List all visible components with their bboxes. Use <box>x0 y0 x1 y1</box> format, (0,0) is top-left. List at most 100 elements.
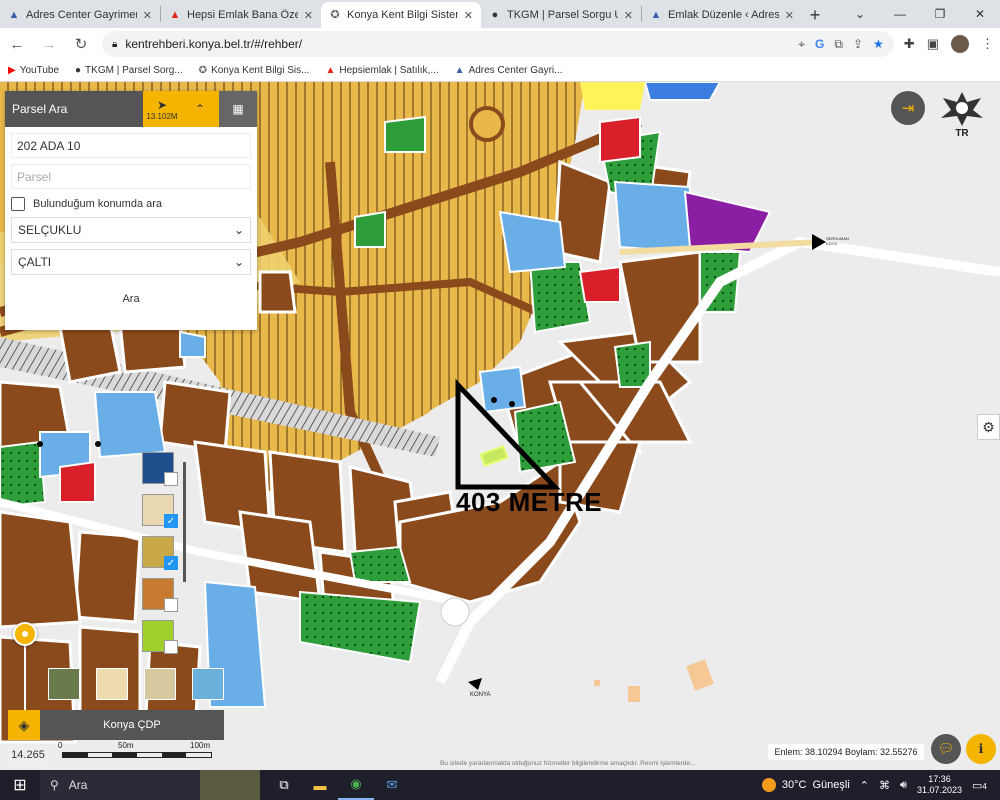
file-explorer-icon[interactable]: ▬ <box>302 770 338 800</box>
panel-header: Parsel Ara ➤ 13.102M ⌃ ▦ <box>5 91 257 127</box>
minimize-icon[interactable]: — <box>880 0 920 28</box>
tab-bar: ▲ Adres Center Gayrimenkul ✕ ▲ Hepsi Eml… <box>0 0 1000 28</box>
tab-hepsiemlak[interactable]: ▲ Hepsi Emlak Bana Özel ✕ <box>161 2 321 28</box>
coordinate-readout: Enlem: 38.10294 Boylam: 32.55276 <box>768 744 924 760</box>
system-tray: 30°C Güneşli ⌃ ⌘ 🔊︎ 17:36 31.07.2023 ▭4 <box>761 774 1000 796</box>
new-tab-button[interactable]: + <box>802 2 828 28</box>
close-icon[interactable]: ✕ <box>304 9 313 22</box>
translate-icon[interactable]: ⧉ <box>834 37 843 52</box>
chrome-icon[interactable]: ◉ <box>338 770 374 800</box>
task-view-icon[interactable]: ⧉ <box>266 770 302 800</box>
layer-checkbox[interactable] <box>164 472 178 486</box>
lock-icon[interactable]: 🔒︎ <box>112 39 117 50</box>
basemap-satellite[interactable] <box>48 668 80 700</box>
navigation-arrow-icon: ➤ <box>156 97 168 112</box>
omnibox-icons: ⌖ G ⧉ ⇪ ★ <box>798 37 884 52</box>
zoom-slider[interactable] <box>13 622 37 712</box>
date: 31.07.2023 <box>916 785 962 795</box>
locate-button[interactable]: ➤ 13.102M <box>143 91 181 127</box>
layers-button[interactable]: ◈ <box>8 710 40 740</box>
tab-konya-kent[interactable]: ✪ Konya Kent Bilgi Sistemi ✕ <box>321 2 481 28</box>
search-icon: ⚲ <box>50 778 59 792</box>
sun-icon <box>761 778 776 792</box>
close-icon[interactable]: ✕ <box>785 9 794 22</box>
chat-button[interactable]: 💬︎ <box>931 734 961 764</box>
bookmark-konya[interactable]: ✪ Konya Kent Bilgi Sis... <box>199 65 310 76</box>
konya-icon: ✪ <box>330 9 340 21</box>
login-button[interactable]: ⇥ <box>891 91 925 125</box>
close-window-icon[interactable]: ✕ <box>960 0 1000 28</box>
grid-menu-button[interactable]: ▦ <box>219 91 257 127</box>
bookmark-label: Hepsiemlak | Satılık,... <box>339 65 439 76</box>
district-select[interactable]: SELÇUKLU ⌄ <box>11 217 251 243</box>
taskbar-search[interactable]: ⚲ Ara <box>40 770 200 800</box>
menu-icon[interactable]: ⋮ <box>981 36 994 52</box>
bookmark-adres-center[interactable]: ▲ Adres Center Gayri... <box>455 65 563 76</box>
chevron-up-icon[interactable]: ⌃ <box>860 779 869 792</box>
zoom-track[interactable] <box>24 644 26 712</box>
tab-adres-center[interactable]: ▲ Adres Center Gayrimenkul ✕ <box>0 2 160 28</box>
dropdown-icon[interactable]: ⌄ <box>840 0 880 28</box>
taskbar-widget-image[interactable] <box>200 770 260 800</box>
bookmark-star-icon[interactable]: ★ <box>873 37 884 52</box>
chat-icon: 💬︎ <box>937 741 955 756</box>
close-icon[interactable]: ✕ <box>464 9 473 22</box>
weather-widget[interactable]: 30°C Güneşli <box>761 778 850 792</box>
url-text: kentrehberi.konya.bel.tr/#/rehber/ <box>125 37 303 51</box>
back-icon[interactable]: ← <box>6 33 28 55</box>
location-pin-icon: ● <box>75 65 82 76</box>
scale-readout: 13.102M <box>146 111 178 121</box>
zoom-knob[interactable] <box>13 622 37 646</box>
sidepanel-icon[interactable]: ▣ <box>927 36 939 52</box>
profile-avatar[interactable] <box>951 35 969 53</box>
location-checkbox-row[interactable]: Bulunduğum konumda ara <box>11 197 251 211</box>
konya-icon: ✪ <box>198 65 208 76</box>
clock[interactable]: 17:36 31.07.2023 <box>917 774 962 796</box>
google-icon[interactable]: G <box>815 37 824 52</box>
location-icon[interactable]: ⌖ <box>798 37 805 52</box>
bookmark-youtube[interactable]: ▶ YouTube <box>8 65 59 76</box>
road-label: SERDUMAN KÖYÜ <box>826 236 849 246</box>
close-icon[interactable]: ✕ <box>143 9 152 22</box>
search-button[interactable]: Ara <box>11 285 251 313</box>
weather-text: Güneşli <box>812 779 850 791</box>
layer-scrollbar[interactable] <box>183 462 186 582</box>
settings-button[interactable]: ⚙ <box>977 414 1000 440</box>
parsel-input[interactable]: Parsel <box>11 164 251 189</box>
layer-checkbox[interactable] <box>164 640 178 654</box>
basemap-terrain[interactable] <box>192 668 224 700</box>
mail-icon[interactable]: ✉ <box>374 770 410 800</box>
layer-checkbox[interactable] <box>164 598 178 612</box>
basemap-switcher <box>48 668 224 700</box>
adres-center-icon: ▲ <box>454 65 465 76</box>
address-bar[interactable]: 🔒︎ kentrehberi.konya.bel.tr/#/rehber/ ⌖ … <box>102 31 894 57</box>
bookmark-hepsiemlak[interactable]: ▲ Hepsiemlak | Satılık,... <box>325 65 438 76</box>
temperature: 30°C <box>781 779 807 791</box>
tab-tkgm[interactable]: ● TKGM | Parsel Sorgu Uyg ✕ <box>481 2 641 28</box>
share-icon[interactable]: ⇪ <box>853 37 863 52</box>
neighborhood-value: ÇALTI <box>18 255 52 269</box>
notification-icon[interactable]: ▭4 <box>972 779 992 792</box>
volume-icon[interactable]: 🔊︎ <box>900 779 907 792</box>
extensions-icon[interactable]: ✚ <box>904 36 915 52</box>
forward-icon[interactable]: → <box>38 33 60 55</box>
collapse-button[interactable]: ⌃ <box>181 91 219 127</box>
basemap-street[interactable] <box>96 668 128 700</box>
municipality-logo: TR <box>933 88 991 144</box>
windows-start-icon[interactable]: ⊞ <box>0 775 40 795</box>
tab-emlak-duzenle[interactable]: ▲ Emlak Düzenle ‹ Adres Ce ✕ <box>642 2 802 28</box>
active-layer-name[interactable]: Konya ÇDP <box>40 710 224 740</box>
restore-icon[interactable]: ❐ <box>920 0 960 28</box>
ada-input[interactable]: 202 ADA 10 <box>11 133 251 158</box>
network-icon[interactable]: ⌘ <box>879 779 890 792</box>
bookmark-tkgm[interactable]: ● TKGM | Parsel Sorg... <box>75 65 183 76</box>
scale-bar: 0 50m 100m <box>52 740 232 764</box>
layer-checkbox[interactable]: ✓ <box>164 556 178 570</box>
basemap-search[interactable] <box>144 668 176 700</box>
neighborhood-select[interactable]: ÇALTI ⌄ <box>11 249 251 275</box>
close-icon[interactable]: ✕ <box>624 9 633 22</box>
layer-checkbox[interactable]: ✓ <box>164 514 178 528</box>
location-checkbox[interactable] <box>11 197 25 211</box>
reload-icon[interactable]: ↻ <box>70 33 92 55</box>
info-button[interactable]: ℹ <box>966 734 996 764</box>
